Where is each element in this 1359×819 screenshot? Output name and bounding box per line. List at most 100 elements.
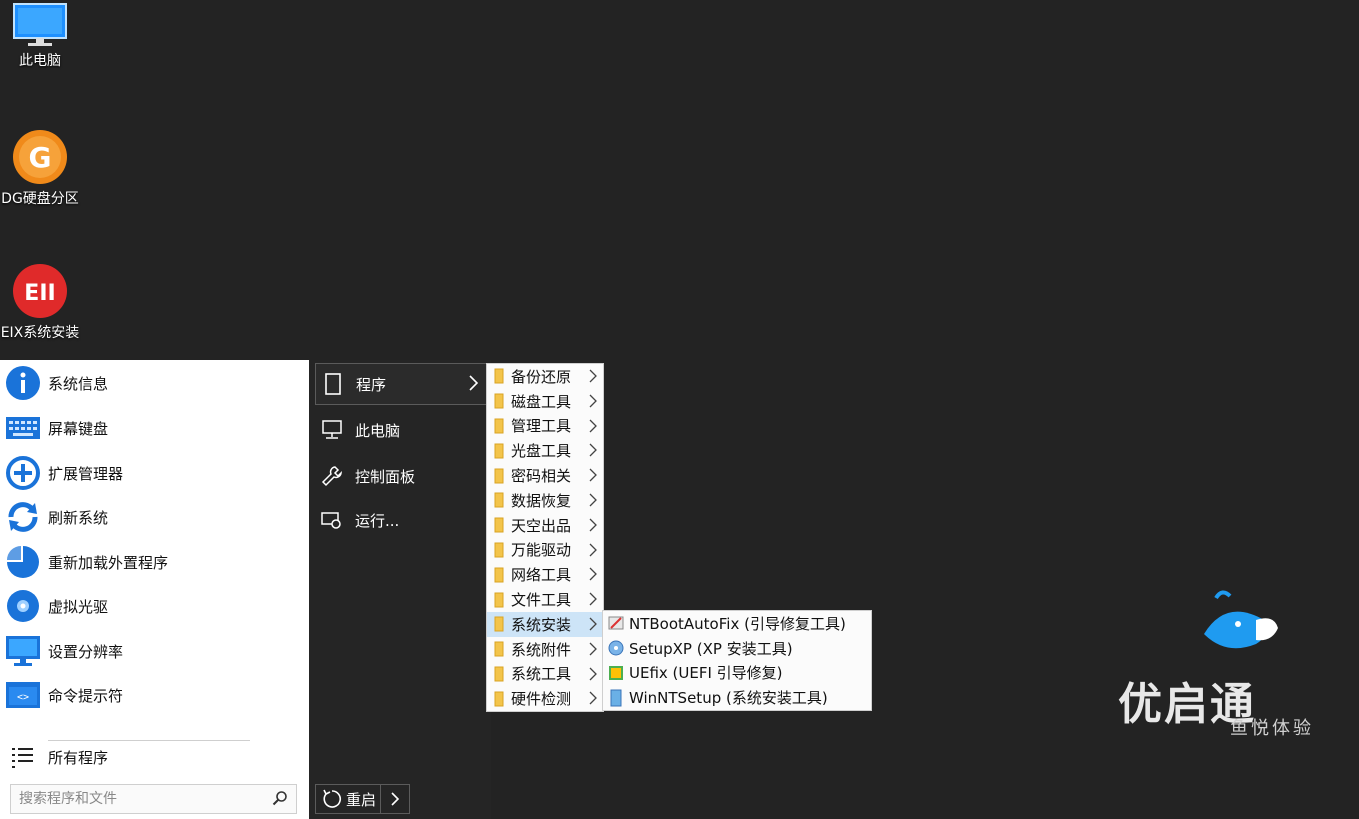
folder-icon [494, 517, 504, 533]
menu-item-set-resolution[interactable]: 设置分辨率 [4, 629, 304, 673]
dg-app-icon: G [13, 130, 67, 184]
menu-item-label: 系统信息 [48, 374, 109, 393]
folder-icon [494, 542, 504, 558]
uefix-app-icon [609, 665, 623, 680]
ntboot-app-icon [608, 616, 624, 630]
desktop-icon-label: 此电脑 [19, 53, 61, 69]
chevron-right-icon [589, 667, 597, 681]
search-input[interactable] [17, 785, 261, 813]
search-icon[interactable] [272, 790, 288, 806]
desktop-icon-this-pc[interactable]: 此电脑 [0, 2, 80, 70]
chevron-right-icon [391, 792, 400, 806]
submenu-app-item[interactable]: UEfix (UEFI 引导修复) [603, 661, 871, 686]
submenu-app-item[interactable]: WinNTSetup (系统安装工具) [603, 685, 871, 710]
svg-text:<>: <> [17, 692, 29, 703]
folder-icon [494, 641, 504, 657]
chevron-right-icon [589, 617, 597, 631]
chevron-right-icon [589, 443, 597, 457]
submenu-item[interactable]: 系统附件 [487, 637, 603, 662]
submenu-item[interactable]: 密码相关 [487, 463, 603, 488]
menu-item-onscreen-keyboard[interactable]: 屏幕键盘 [4, 406, 304, 450]
disc-icon [7, 590, 39, 622]
submenu-app-label: SetupXP (XP 安装工具) [629, 639, 793, 658]
folder-icon [494, 492, 504, 508]
nav-run[interactable]: 运行... [315, 500, 485, 540]
monitor-icon [13, 3, 67, 46]
folder-icon [494, 368, 504, 384]
svg-text:EII: EII [24, 281, 55, 306]
submenu-item-label: 天空出品 [511, 516, 572, 535]
submenu-item[interactable]: 磁盘工具 [487, 389, 603, 414]
menu-item-label: 设置分辨率 [48, 642, 124, 661]
chevron-right-icon [469, 375, 478, 391]
cmd-icon: <> [6, 682, 40, 708]
chevron-right-icon [589, 493, 597, 507]
submenu-item-label: 磁盘工具 [511, 392, 572, 411]
fish-logo-icon [1204, 590, 1278, 649]
submenu-item-label: 系统工具 [511, 665, 572, 684]
svg-text:G: G [29, 141, 52, 174]
chevron-right-icon [589, 419, 597, 433]
submenu-item[interactable]: 系统安装 [487, 612, 603, 637]
submenu-item-label: 文件工具 [511, 591, 572, 610]
menu-item-label: 虚拟光驱 [48, 597, 109, 616]
chevron-right-icon [589, 691, 597, 705]
submenu-app-item[interactable]: SetupXP (XP 安装工具) [603, 636, 871, 661]
nav-label: 运行... [355, 511, 400, 530]
menu-item-label: 命令提示符 [48, 686, 124, 705]
info-icon [6, 366, 40, 400]
menu-item-extension-manager[interactable]: 扩展管理器 [4, 451, 304, 495]
submenu-item[interactable]: 文件工具 [487, 587, 603, 612]
nav-label: 控制面板 [355, 467, 416, 486]
document-icon [325, 373, 341, 395]
submenu-item[interactable]: 备份还原 [487, 364, 603, 389]
desktop-icon-eix-install[interactable]: EII EIX系统安装 [0, 262, 80, 342]
chevron-right-icon [589, 518, 597, 532]
menu-item-refresh-system[interactable]: 刷新系统 [4, 495, 304, 539]
menu-item-virtual-drive[interactable]: 虚拟光驱 [4, 584, 304, 628]
eix-app-icon: EII [13, 264, 67, 318]
submenu-item-label: 管理工具 [511, 417, 572, 436]
chevron-right-icon [589, 543, 597, 557]
nav-this-pc[interactable]: 此电脑 [315, 410, 485, 450]
menu-item-reload-external[interactable]: 重新加载外置程序 [4, 540, 304, 584]
submenu-item[interactable]: 万能驱动 [487, 538, 603, 563]
nav-control-panel[interactable]: 控制面板 [315, 456, 485, 496]
submenu-item-label: 网络工具 [511, 566, 572, 585]
power-options-button[interactable] [381, 785, 409, 813]
submenu-item-label: 万能驱动 [511, 541, 572, 560]
submenu-item-label: 备份还原 [511, 367, 572, 386]
restart-button[interactable]: 重启 [316, 785, 381, 813]
all-programs-label: 所有程序 [48, 748, 109, 767]
submenu-item[interactable]: 数据恢复 [487, 488, 603, 513]
chevron-right-icon [589, 642, 597, 656]
folder-icon [494, 393, 504, 409]
submenu-item[interactable]: 天空出品 [487, 513, 603, 538]
computer-icon [322, 420, 342, 439]
pie-icon [7, 546, 39, 578]
folder-icon [494, 666, 504, 682]
submenu-item[interactable]: 光盘工具 [487, 438, 603, 463]
all-programs-button[interactable]: 所有程序 [4, 735, 304, 779]
submenu-app-item[interactable]: NTBootAutoFix (引导修复工具) [603, 611, 871, 636]
folder-icon [494, 418, 504, 434]
nav-label: 程序 [356, 375, 387, 394]
desktop-icon-dg-partition[interactable]: G DG硬盘分区 [0, 128, 80, 208]
nav-programs[interactable]: 程序 [315, 363, 487, 405]
plus-circle-icon [6, 456, 40, 490]
submenu-item[interactable]: 网络工具 [487, 562, 603, 587]
submenu-item[interactable]: 系统工具 [487, 662, 603, 687]
wrench-icon [321, 466, 342, 487]
menu-item-label: 扩展管理器 [48, 464, 124, 483]
menu-item-system-info[interactable]: 系统信息 [4, 361, 304, 405]
folder-icon [494, 443, 504, 459]
start-menu-right-panel: 程序 此电脑 控制面板 运行... 重启 [309, 360, 491, 819]
menu-item-command-prompt[interactable]: <> 命令提示符 [4, 673, 304, 717]
submenu-item-label: 系统附件 [511, 640, 572, 659]
watermark-logo: 优启通 鱼悦体验 [1118, 584, 1338, 744]
submenu-item[interactable]: 硬件检测 [487, 686, 603, 711]
folder-icon [494, 592, 504, 608]
submenu-app-label: WinNTSetup (系统安装工具) [629, 689, 828, 708]
start-menu-left-panel: 系统信息 屏幕键盘 扩展管理器 刷新系统 重新加载外置程序 虚拟光驱 设置分辨率… [0, 360, 309, 819]
submenu-item[interactable]: 管理工具 [487, 414, 603, 439]
